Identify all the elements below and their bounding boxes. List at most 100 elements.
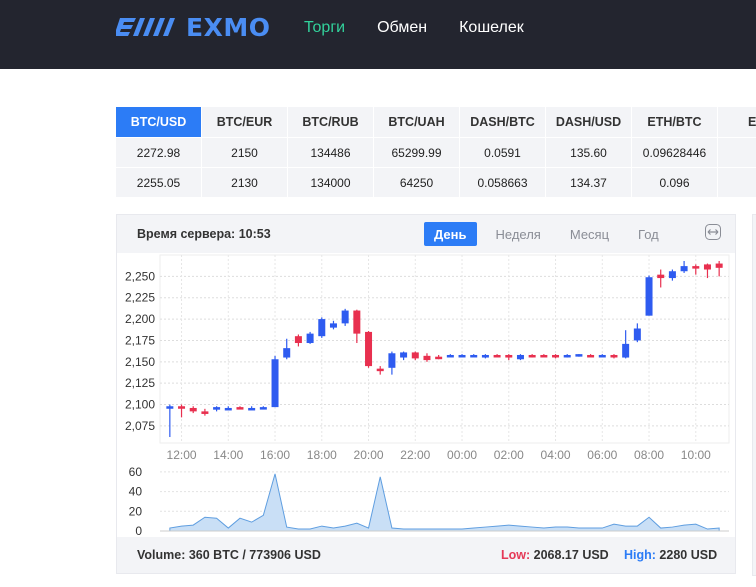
pair-tab-btc-rub[interactable]: BTC/RUB	[288, 107, 374, 137]
low-value: 2068.17 USD	[533, 548, 609, 562]
high-price: High: 2280 USD	[624, 548, 717, 562]
top-navigation-bar: EXMO Торги Обмен Кошелек	[0, 0, 756, 69]
candle-body	[423, 355, 431, 361]
pair-tab-eth-btc[interactable]: ETH/BTC	[632, 107, 718, 137]
candle-body	[353, 310, 361, 334]
high-label: High:	[624, 548, 656, 562]
candle-body	[329, 323, 337, 328]
x-tick-label: 12:00	[167, 448, 197, 462]
exmo-logo-mark-icon	[116, 18, 175, 36]
candle-body	[540, 354, 548, 358]
pairs-header-row: BTC/USD BTC/EUR BTC/RUB BTC/UAH DASH/BTC…	[116, 107, 756, 137]
plot-frame	[159, 254, 730, 444]
pair-price: 0.09628446	[632, 138, 718, 167]
candle-body	[668, 271, 676, 279]
candle-body	[645, 277, 653, 316]
volume-y-tick-label: 40	[129, 485, 143, 499]
candle-body	[622, 343, 630, 358]
y-tick-label: 2,125	[125, 376, 155, 390]
pair-price: 134000	[288, 168, 374, 197]
price-chart-panel: Время сервера: 10:53 День Неделя Месяц Г…	[116, 214, 736, 574]
pair-price: 0.058663	[460, 168, 546, 197]
candle-body	[318, 319, 326, 337]
pair-price: 134486	[288, 138, 374, 167]
pair-tab-dash-btc[interactable]: DASH/BTC	[460, 107, 546, 137]
candle-body	[388, 353, 396, 368]
candle-body	[610, 354, 618, 358]
pair-price: 2130	[202, 168, 288, 197]
candle-body	[189, 407, 197, 412]
candle-body	[505, 354, 513, 358]
chart-toolbar: Время сервера: 10:53 День Неделя Месяц Г…	[117, 215, 735, 253]
candle-body	[435, 356, 443, 360]
x-tick-label: 14:00	[213, 448, 243, 462]
pair-price: 134.37	[546, 168, 632, 197]
pair-tab-btc-usd[interactable]: BTC/USD	[116, 107, 202, 137]
candle-body	[365, 331, 373, 367]
pair-tab-btc-eur[interactable]: BTC/EUR	[202, 107, 288, 137]
candle-body	[248, 407, 256, 411]
x-tick-label: 20:00	[354, 448, 384, 462]
main-nav: Торги Обмен Кошелек	[304, 19, 556, 37]
candle-body	[703, 264, 711, 270]
x-tick-label: 04:00	[541, 448, 571, 462]
x-tick-label: 08:00	[634, 448, 664, 462]
pair-tab-btc-uah[interactable]: BTC/UAH	[374, 107, 460, 137]
pair-price: 0.0591	[460, 138, 546, 167]
candle-body	[598, 354, 606, 358]
candle-body	[470, 354, 478, 358]
low-label: Low:	[501, 548, 531, 562]
candle-body	[411, 352, 419, 359]
y-tick-label: 2,175	[125, 333, 155, 347]
chart-footer: Volume: 360 BTC / 773906 USD Low: 2068.1…	[117, 537, 735, 573]
candle-body	[528, 354, 536, 358]
pair-price: 2272.98	[116, 138, 202, 167]
period-day-button[interactable]: День	[424, 222, 477, 246]
candle-body	[294, 336, 302, 344]
pair-tab-dash-usd[interactable]: DASH/USD	[546, 107, 632, 137]
candle-body	[283, 348, 291, 358]
candle-body	[680, 266, 688, 272]
x-tick-label: 10:00	[681, 448, 711, 462]
candle-body	[224, 407, 232, 411]
period-selector: День Неделя Месяц Год	[424, 222, 678, 246]
server-time: Время сервера: 10:53	[137, 227, 271, 241]
nav-item-trading[interactable]: Торги	[304, 19, 345, 37]
pair-tab-eth-partial[interactable]: ETH	[718, 107, 756, 137]
volume-y-tick-label: 60	[129, 465, 143, 479]
x-tick-label: 06:00	[587, 448, 617, 462]
candle-body	[201, 411, 209, 414]
period-week-button[interactable]: Неделя	[486, 222, 551, 246]
y-tick-label: 2,200	[125, 312, 155, 326]
currency-pairs-table: BTC/USD BTC/EUR BTC/RUB BTC/UAH DASH/BTC…	[116, 107, 756, 197]
candlestick-chart[interactable]: 2,075 2,100 2,125 2,150 2,175 2,200 2,225 2,250…	[117, 253, 735, 537]
pair-price: 135.60	[546, 138, 632, 167]
exmo-logo[interactable]: EXMO	[116, 12, 270, 42]
nav-item-exchange[interactable]: Обмен	[377, 19, 427, 37]
candle-body	[400, 352, 408, 358]
period-month-button[interactable]: Месяц	[560, 222, 619, 246]
side-panel-edge	[752, 214, 756, 576]
period-year-button[interactable]: Год	[628, 222, 669, 246]
y-tick-label: 2,250	[125, 269, 155, 283]
y-tick-label: 2,225	[125, 291, 155, 305]
low-price: Low: 2068.17 USD	[501, 548, 609, 562]
y-tick-label: 2,100	[125, 398, 155, 412]
candle-body	[633, 328, 641, 341]
pair-price	[718, 168, 756, 197]
candle-body	[213, 407, 221, 410]
candle-body	[575, 354, 583, 357]
candle-body	[715, 263, 723, 268]
candle-body	[446, 354, 454, 358]
candle-body	[458, 354, 466, 358]
nav-item-wallet[interactable]: Кошелек	[459, 19, 524, 37]
candle-body	[563, 354, 571, 358]
candle-body	[376, 368, 384, 372]
volume-text: Volume: 360 BTC / 773906 USD	[137, 548, 321, 562]
candle-body	[236, 407, 244, 410]
y-tick-label: 2,075	[125, 419, 155, 433]
candle-body	[306, 333, 314, 344]
expand-horizontal-icon[interactable]	[705, 224, 721, 240]
candle-body	[259, 407, 267, 410]
high-value: 2280 USD	[659, 548, 718, 562]
